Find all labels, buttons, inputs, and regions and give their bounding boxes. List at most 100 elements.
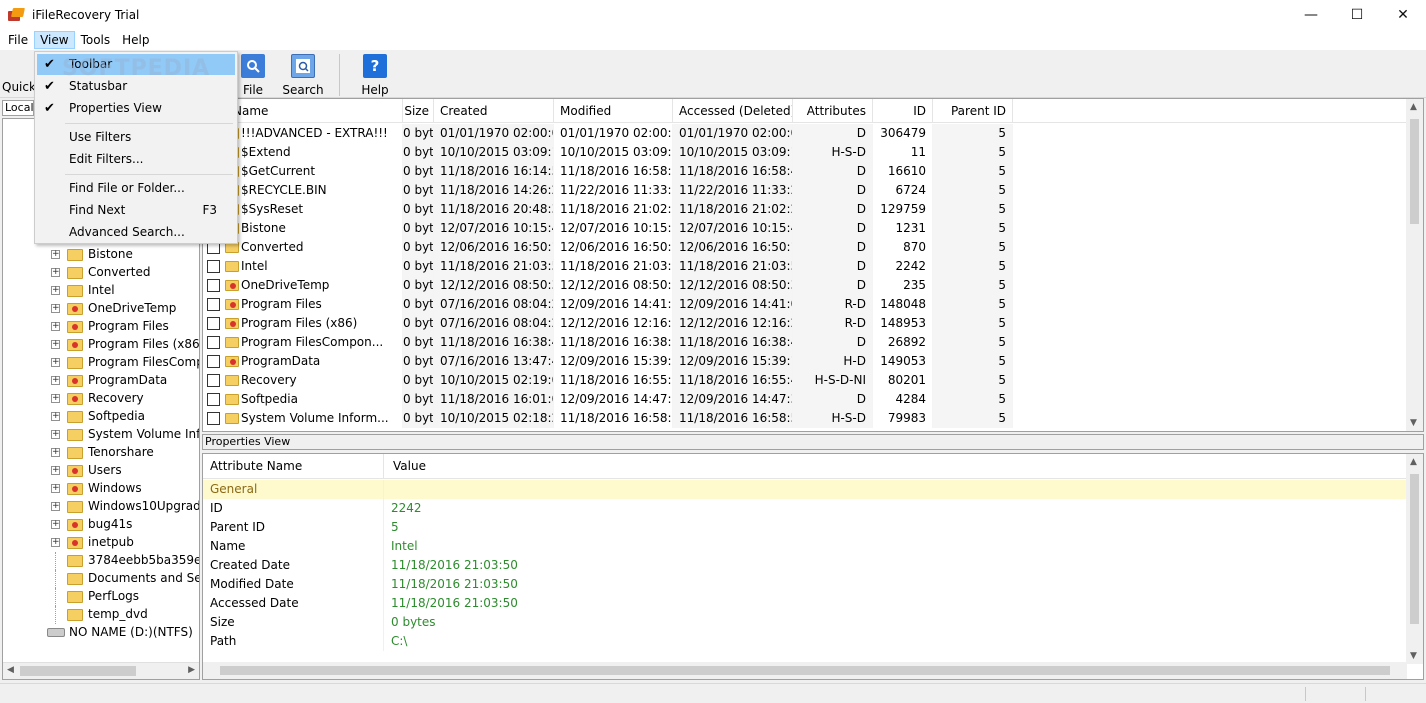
close-button[interactable]: ✕ [1380,0,1426,30]
tree-item[interactable]: temp_dvd [3,606,199,624]
row-checkbox[interactable] [207,317,220,330]
menu-item-advanced-search[interactable]: Advanced Search... [37,222,235,243]
menu-tools[interactable]: Tools [75,31,117,49]
property-row[interactable]: Modified Date 11/18/2016 21:03:50 [203,575,1407,594]
tree-item[interactable]: PerfLogs [3,588,199,606]
property-row[interactable]: ID 2242 [203,499,1407,518]
table-row[interactable]: !!!ADVANCED - EXTRA!!!0 bytes01/01/1970 … [203,124,1407,143]
row-checkbox[interactable] [207,393,220,406]
menu-view[interactable]: View [34,31,75,49]
table-row[interactable]: System Volume Inform... 0 bytes10/10/2015… [203,409,1407,428]
property-row[interactable]: Accessed Date 11/18/2016 21:03:50 [203,594,1407,613]
expand-icon[interactable]: + [51,340,60,349]
column-created[interactable]: Created [434,99,554,123]
menu-item-find-next[interactable]: Find Next F3 [37,200,235,221]
expand-icon[interactable]: + [51,358,60,367]
minimize-button[interactable]: — [1288,0,1334,30]
column-attributes[interactable]: Attributes [793,99,873,123]
row-checkbox[interactable] [207,298,220,311]
tree-item[interactable]: + inetpub [3,534,199,552]
table-row[interactable]: Bistone0 bytes12/07/2016 10:15:4512/07/2… [203,219,1407,238]
expand-icon[interactable]: + [51,286,60,295]
tree-item[interactable]: + Program Files (x86) [3,336,199,354]
row-checkbox[interactable] [207,336,220,349]
column-id[interactable]: ID [873,99,933,123]
expand-icon[interactable]: + [51,268,60,277]
row-checkbox[interactable] [207,279,220,292]
row-checkbox[interactable] [207,412,220,425]
tree-item[interactable]: Documents and Setti [3,570,199,588]
column-attribute-name[interactable]: Attribute Name [203,454,384,479]
column-modified[interactable]: Modified [554,99,673,123]
expand-icon[interactable]: + [51,412,60,421]
tree-item[interactable]: + Windows10Upgrade [3,498,199,516]
table-row[interactable]: $GetCurrent0 bytes11/18/2016 16:14:5711/… [203,162,1407,181]
menu-item-properties-view[interactable]: ✔ Properties View [37,98,235,119]
menu-item-use-filters[interactable]: Use Filters [37,127,235,148]
property-row[interactable]: Created Date 11/18/2016 21:03:50 [203,556,1407,575]
expand-icon[interactable]: + [51,430,60,439]
expand-icon[interactable]: + [51,448,60,457]
property-row[interactable]: Path C:\ [203,632,1407,651]
table-row[interactable]: Program Files0 bytes07/16/2016 08:04:241… [203,295,1407,314]
expand-icon[interactable]: + [51,484,60,493]
property-row[interactable]: Name Intel [203,537,1407,556]
column-accessed[interactable]: Accessed (Deleted) [673,99,793,123]
tree-item[interactable]: + Windows [3,480,199,498]
file-list-vertical-scrollbar[interactable]: ▲ ▼ [1406,99,1423,431]
menu-item-find-file-or-folder[interactable]: Find File or Folder... [37,178,235,199]
tree-item[interactable]: + ProgramData [3,372,199,390]
expand-icon[interactable]: + [51,538,60,547]
search-button[interactable]: Search [278,54,328,97]
properties-horizontal-scrollbar[interactable] [203,662,1407,679]
tree-item[interactable]: + Tenorshare [3,444,199,462]
table-row[interactable]: $Extend0 bytes10/10/2015 03:09:1210/10/2… [203,143,1407,162]
tree-item-drive[interactable]: NO NAME (D:)(NTFS) [3,624,199,642]
expand-icon[interactable]: + [51,394,60,403]
table-row[interactable]: OneDriveTemp0 bytes12/12/2016 08:50:3812… [203,276,1407,295]
tree-item[interactable]: + Bistone [3,246,199,264]
tree-item[interactable]: + Converted [3,264,199,282]
column-size[interactable]: Size [403,99,434,123]
tree-horizontal-scrollbar[interactable]: ◀ ▶ [3,662,199,679]
tree-item[interactable]: + System Volume Infor [3,426,199,444]
table-row[interactable]: $RECYCLE.BIN0 bytes11/18/2016 14:26:2011… [203,181,1407,200]
properties-vertical-scrollbar[interactable]: ▲ ▼ [1406,454,1423,664]
tree-item[interactable]: + Softpedia [3,408,199,426]
tree-item[interactable]: + Program FilesCompo [3,354,199,372]
table-row[interactable]: Program Files (x86) 0 bytes07/16/2016 08:… [203,314,1407,333]
row-checkbox[interactable] [207,374,220,387]
table-row[interactable]: Intel0 bytes11/18/2016 21:03:5011/18/201… [203,257,1407,276]
expand-icon[interactable]: + [51,502,60,511]
menu-help[interactable]: Help [116,31,155,49]
menu-item-edit-filters[interactable]: Edit Filters... [37,149,235,170]
expand-icon[interactable]: + [51,322,60,331]
expand-icon[interactable]: + [51,376,60,385]
table-row[interactable]: ProgramData0 bytes07/16/2016 13:47:4812/… [203,352,1407,371]
expand-icon[interactable]: + [51,520,60,529]
tree-item[interactable]: + Users [3,462,199,480]
local-tab[interactable]: Local [2,100,34,116]
tree-item[interactable]: + bug41s [3,516,199,534]
row-checkbox[interactable] [207,355,220,368]
table-row[interactable]: Recovery0 bytes10/10/2015 02:19:0111/18/… [203,371,1407,390]
expand-icon[interactable]: + [51,250,60,259]
expand-icon[interactable]: + [51,466,60,475]
row-checkbox[interactable] [207,260,220,273]
property-row[interactable]: Parent ID 5 [203,518,1407,537]
table-row[interactable]: Converted0 bytes12/06/2016 16:50:1412/06… [203,238,1407,257]
menu-file[interactable]: File [2,31,34,49]
table-row[interactable]: $SysReset0 bytes11/18/2016 20:48:3511/18… [203,200,1407,219]
help-button[interactable]: ? Help [350,54,400,97]
tree-item[interactable]: + OneDriveTemp [3,300,199,318]
column-parent-id[interactable]: Parent ID [933,99,1013,123]
property-group-row[interactable]: General [203,480,1407,499]
column-value[interactable]: Value [384,454,1407,479]
property-row[interactable]: Size 0 bytes [203,613,1407,632]
tree-item[interactable]: + Recovery [3,390,199,408]
tree-item[interactable]: + Intel [3,282,199,300]
tree-item[interactable]: + Program Files [3,318,199,336]
tree-item[interactable]: 3784eebb5ba359ee5b [3,552,199,570]
maximize-button[interactable]: ☐ [1334,0,1380,30]
table-row[interactable]: Softpedia0 bytes11/18/2016 16:01:0112/09… [203,390,1407,409]
